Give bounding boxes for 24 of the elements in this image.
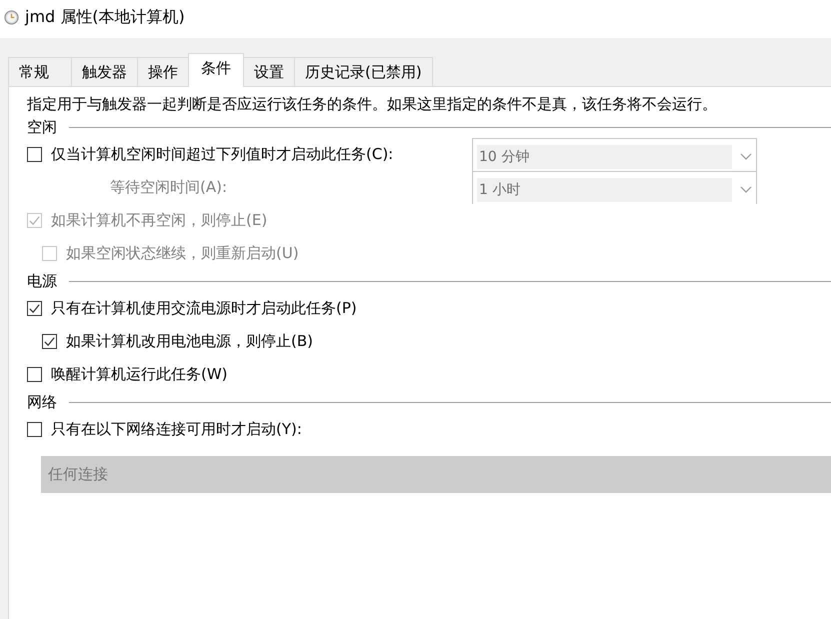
checkbox-label: 只有在以下网络连接可用时才启动(Y): [51,420,302,439]
description: 指定用于与触发器一起判断是否应运行该任务的条件。如果这里指定的条件不是真，该任务将不会运行。 [27,95,718,114]
checkbox-label: 如果空闲状态继续，则重新启动(U) [66,244,299,263]
section-heading: 空闲 [27,118,57,136]
checkbox[interactable] [27,147,42,162]
checkbox[interactable] [27,422,42,437]
caret-icon [740,152,752,160]
section-heading: 网络 [27,392,57,412]
clock-icon [4,10,19,24]
checkbox[interactable] [27,301,42,316]
checkbox[interactable] [27,367,42,382]
section-heading: 电源 [27,272,57,290]
checkbox-label: 只有在计算机使用交流电源时才启动此任务(P) [51,299,357,318]
tab[interactable]: 常规 [8,57,72,86]
window-title: jmd 属性(本地计算机) [25,6,185,28]
checkbox-label: 仅当计算机空闲时间超过下列值时才启动此任务(C): [51,145,394,164]
field-label: 等待空闲时间(A): [109,178,228,197]
checkbox[interactable] [42,334,57,349]
caret-icon [740,186,752,194]
checkbox-label: 如果计算机不再空闲，则停止(E) [51,211,268,230]
checkbox-label: 唤醒计算机运行此任务(W) [51,365,228,384]
checkbox-label: 如果计算机改用电池电源，则停止(B) [66,332,313,351]
tab[interactable]: 历史记录(已禁用) [294,57,433,86]
tab[interactable]: 条件 [188,53,244,87]
